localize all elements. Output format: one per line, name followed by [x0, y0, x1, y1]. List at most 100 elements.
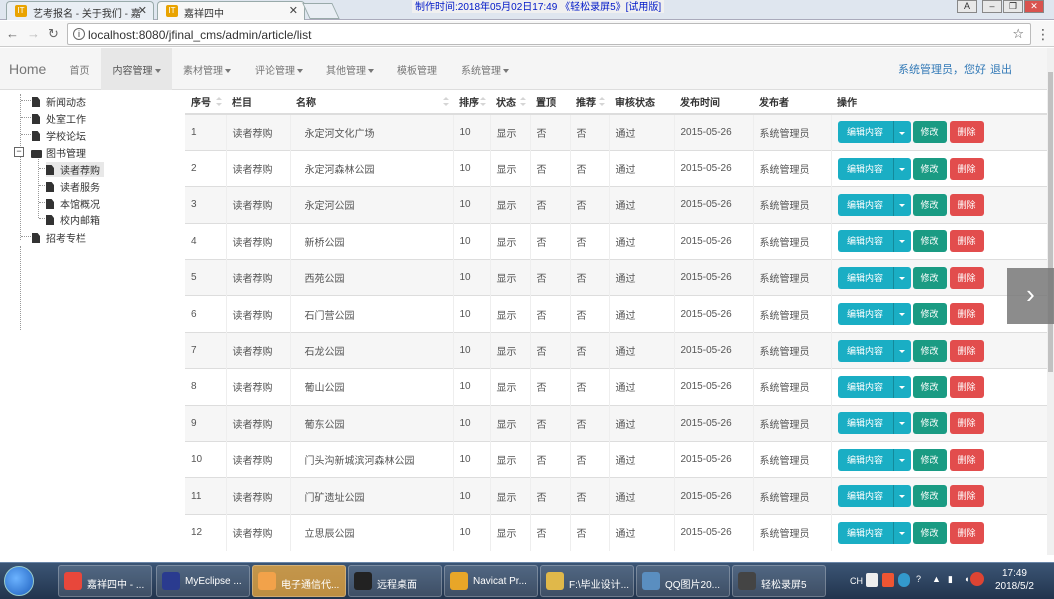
sort-icon[interactable] [599, 97, 605, 106]
column-header[interactable]: 状态 [490, 90, 530, 115]
next-slide-arrow-icon[interactable]: › [1007, 268, 1054, 324]
brand-home[interactable]: Home [9, 61, 46, 77]
forward-icon[interactable]: → [27, 26, 40, 41]
delete-button[interactable]: 删除 [949, 485, 984, 508]
delete-button[interactable]: 删除 [949, 121, 984, 144]
edit-content-button[interactable]: 编辑内容 [837, 448, 893, 471]
edit-dropdown-toggle[interactable] [892, 448, 911, 471]
browser-tab-1[interactable]: IT 艺考报名 - 关于我们 - 嘉 ✕ [6, 1, 154, 20]
close-tab-icon[interactable]: ✕ [138, 4, 147, 17]
volume-icon[interactable]: ◖ [964, 574, 969, 584]
nav-template-management[interactable]: 模板管理 [397, 48, 437, 90]
close-window-icon[interactable]: ✕ [1024, 0, 1044, 13]
tray-expand-icon[interactable]: ▲ [932, 574, 941, 584]
nav-other-management[interactable]: 其他管理 [326, 48, 374, 90]
modify-button[interactable]: 修改 [912, 157, 947, 180]
url-input[interactable]: i localhost:8080/jfinal_cms/admin/articl… [67, 23, 1031, 45]
modify-button[interactable]: 修改 [912, 303, 947, 326]
modify-button[interactable]: 修改 [912, 412, 947, 435]
taskbar-item[interactable]: 远程桌面 [348, 565, 442, 597]
reload-icon[interactable]: ↻ [48, 26, 59, 42]
collapse-toggle-icon[interactable]: − [14, 147, 24, 157]
delete-button[interactable]: 删除 [949, 266, 984, 289]
delete-button[interactable]: 删除 [949, 412, 984, 435]
delete-button[interactable]: 删除 [949, 375, 984, 398]
back-icon[interactable]: ← [6, 26, 19, 41]
edit-dropdown-toggle[interactable] [892, 157, 911, 180]
edit-content-button[interactable]: 编辑内容 [837, 266, 893, 289]
nav-home[interactable]: 首页 [58, 48, 101, 90]
modify-button[interactable]: 修改 [912, 193, 947, 216]
settings-icon[interactable] [898, 573, 910, 587]
browser-tab-2[interactable]: IT 嘉祥四中 ✕ [157, 1, 305, 20]
help-icon[interactable]: ? [916, 574, 921, 584]
nav-material-management[interactable]: 素材管理 [183, 48, 231, 90]
taskbar-item[interactable]: MyEclipse ... [156, 565, 250, 597]
sort-icon[interactable] [520, 97, 526, 106]
security-icon[interactable] [970, 572, 984, 586]
scrollbar-thumb[interactable] [1048, 72, 1053, 372]
tree-item-school-forum[interactable]: 学校论坛 [32, 128, 86, 143]
edit-content-button[interactable]: 编辑内容 [837, 485, 893, 508]
edit-dropdown-toggle[interactable] [892, 485, 911, 508]
tree-item-reader-recommend[interactable]: 读者荐购 [46, 162, 104, 177]
tree-item-news[interactable]: 新闻动态 [32, 94, 86, 109]
edit-dropdown-toggle[interactable] [892, 193, 911, 216]
edit-dropdown-toggle[interactable] [892, 266, 911, 289]
taskbar-clock[interactable]: 17:49 2018/5/2 [995, 567, 1034, 593]
taskbar-item[interactable]: F:\毕业设计... [540, 565, 634, 597]
edit-dropdown-toggle[interactable] [892, 121, 911, 144]
modify-button[interactable]: 修改 [912, 121, 947, 144]
modify-button[interactable]: 修改 [912, 266, 947, 289]
tree-item-school-mail[interactable]: 校内邮箱 [46, 212, 100, 227]
taskbar-item[interactable]: QQ图片20... [636, 565, 730, 597]
nav-system-management[interactable]: 系统管理 [461, 48, 509, 90]
restore-icon[interactable]: ❐ [1003, 0, 1023, 13]
tree-item-reader-service[interactable]: 读者服务 [46, 179, 100, 194]
start-button[interactable] [4, 566, 34, 596]
column-header[interactable]: 排序 [453, 90, 490, 115]
taskbar-item[interactable]: 嘉祥四中 - ... [58, 565, 152, 597]
modify-button[interactable]: 修改 [912, 339, 947, 362]
taskbar-item[interactable]: 电子通信代... [252, 565, 346, 597]
edit-dropdown-toggle[interactable] [892, 521, 911, 544]
taskbar-item[interactable]: 轻松录屏5 [732, 565, 826, 597]
edit-content-button[interactable]: 编辑内容 [837, 375, 893, 398]
minimize-icon[interactable]: – [982, 0, 1002, 13]
language-indicator[interactable]: CH [850, 576, 863, 586]
delete-button[interactable]: 删除 [949, 157, 984, 180]
column-header[interactable]: 推荐 [570, 90, 609, 115]
close-tab-icon[interactable]: ✕ [289, 4, 298, 17]
modify-button[interactable]: 修改 [912, 521, 947, 544]
delete-button[interactable]: 删除 [949, 448, 984, 471]
ime-icon[interactable] [866, 573, 878, 587]
info-icon[interactable]: i [73, 28, 85, 40]
tree-item-office-work[interactable]: 处室工作 [32, 111, 86, 126]
edit-content-button[interactable]: 编辑内容 [837, 230, 893, 253]
edit-content-button[interactable]: 编辑内容 [837, 303, 893, 326]
delete-button[interactable]: 删除 [949, 230, 984, 253]
nav-content-management[interactable]: 内容管理 [101, 48, 172, 90]
edit-content-button[interactable]: 编辑内容 [837, 521, 893, 544]
tree-item-library-overview[interactable]: 本馆概况 [46, 196, 100, 211]
sort-icon[interactable] [480, 97, 486, 106]
logout-link[interactable]: 退出 [990, 61, 1012, 77]
taskbar-item[interactable]: Navicat Pr... [444, 565, 538, 597]
nav-comment-management[interactable]: 评论管理 [255, 48, 303, 90]
edit-dropdown-toggle[interactable] [892, 375, 911, 398]
delete-button[interactable]: 删除 [949, 303, 984, 326]
edit-content-button[interactable]: 编辑内容 [837, 412, 893, 435]
delete-button[interactable]: 删除 [949, 193, 984, 216]
edit-content-button[interactable]: 编辑内容 [837, 339, 893, 362]
edit-content-button[interactable]: 编辑内容 [837, 157, 893, 180]
delete-button[interactable]: 删除 [949, 521, 984, 544]
sogou-icon[interactable] [882, 573, 894, 587]
tree-item-recruitment[interactable]: 招考专栏 [32, 230, 86, 245]
modify-button[interactable]: 修改 [912, 448, 947, 471]
column-header[interactable]: 序号 [185, 90, 226, 115]
edit-content-button[interactable]: 编辑内容 [837, 121, 893, 144]
edit-dropdown-toggle[interactable] [892, 303, 911, 326]
modify-button[interactable]: 修改 [912, 375, 947, 398]
modify-button[interactable]: 修改 [912, 230, 947, 253]
browser-menu-icon[interactable]: ⋮ [1036, 26, 1050, 43]
